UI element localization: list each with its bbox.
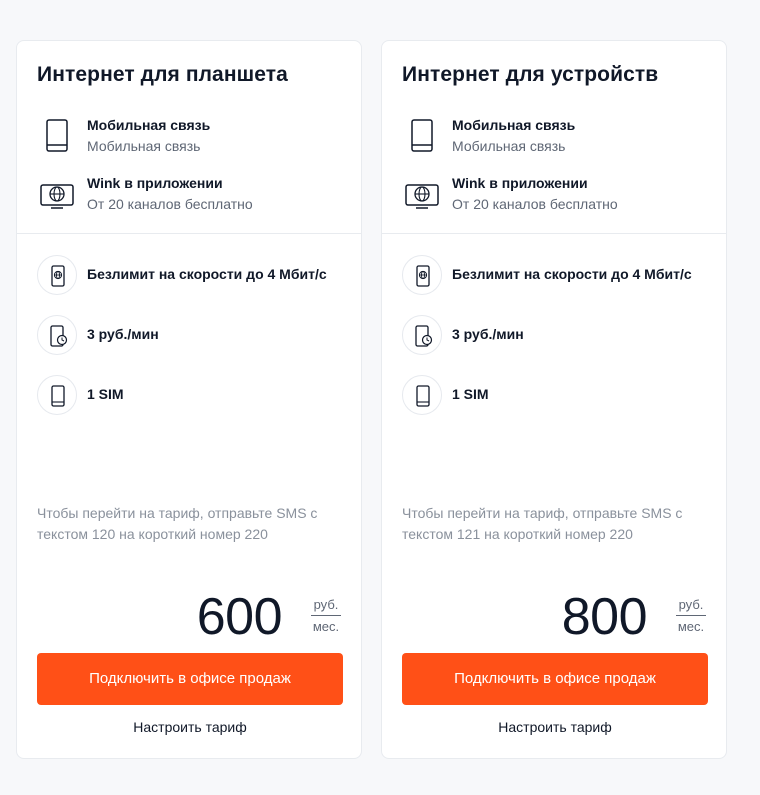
connect-button[interactable]: Подключить в офисе продаж <box>402 653 708 705</box>
option-label: 1 SIM <box>87 386 124 402</box>
sim-phone-icon <box>402 375 442 415</box>
feature-subtitle: Мобильная связь <box>452 138 566 154</box>
price-unit: руб. мес. <box>676 597 706 634</box>
tariff-title: Интернет для устройств <box>402 63 659 86</box>
feature-title: Мобильная связь <box>452 117 576 133</box>
option-label: 3 руб./мин <box>452 326 524 342</box>
price-unit-currency: руб. <box>311 597 341 616</box>
price-unit-currency: руб. <box>676 597 706 616</box>
tv-globe-icon <box>37 177 77 213</box>
feature-wink: Wink в приложении От 20 каналов бесплатн… <box>402 175 712 219</box>
configure-tariff-link[interactable]: Настроить тариф <box>37 719 343 735</box>
price-value: 600 <box>196 588 283 646</box>
divider <box>17 233 361 234</box>
feature-subtitle: От 20 каналов бесплатно <box>452 196 618 212</box>
feature-wink: Wink в приложении От 20 каналов бесплатн… <box>37 175 347 219</box>
feature-mobile: Мобильная связь Мобильная связь <box>402 117 712 161</box>
tariff-title: Интернет для планшета <box>37 63 288 86</box>
price-value: 800 <box>561 588 648 646</box>
divider <box>382 233 726 234</box>
option-label: 3 руб./мин <box>87 326 159 342</box>
option-minutes: 3 руб./мин <box>37 315 357 355</box>
option-internet: Безлимит на скорости до 4 Мбит/с <box>402 255 722 295</box>
price-unit-period: мес. <box>312 619 340 634</box>
price-unit: руб. мес. <box>311 597 341 634</box>
configure-tariff-link[interactable]: Настроить тариф <box>402 719 708 735</box>
option-label: Безлимит на скорости до 4 Мбит/с <box>452 266 692 282</box>
phone-clock-icon <box>37 315 77 355</box>
phone-clock-icon <box>402 315 442 355</box>
feature-mobile: Мобильная связь Мобильная связь <box>37 117 347 161</box>
feature-title: Wink в приложении <box>452 175 588 191</box>
tv-globe-icon <box>402 177 442 213</box>
connect-button[interactable]: Подключить в офисе продаж <box>37 653 343 705</box>
option-sim: 1 SIM <box>402 375 722 415</box>
tablet-icon <box>37 119 77 155</box>
phone-globe-icon <box>402 255 442 295</box>
feature-title: Wink в приложении <box>87 175 223 191</box>
tariff-card-devices: Интернет для устройств Мобильная связь М… <box>381 40 727 759</box>
option-label: 1 SIM <box>452 386 489 402</box>
feature-subtitle: От 20 каналов бесплатно <box>87 196 253 212</box>
option-sim: 1 SIM <box>37 375 357 415</box>
option-label: Безлимит на скорости до 4 Мбит/с <box>87 266 327 282</box>
sim-phone-icon <box>37 375 77 415</box>
option-internet: Безлимит на скорости до 4 Мбит/с <box>37 255 357 295</box>
feature-title: Мобильная связь <box>87 117 211 133</box>
tariff-card-tablet: Интернет для планшета Мобильная связь Мо… <box>16 40 362 759</box>
feature-subtitle: Мобильная связь <box>87 138 201 154</box>
tablet-icon <box>402 119 442 155</box>
price-unit-period: мес. <box>677 619 705 634</box>
sms-note: Чтобы перейти на тариф, отправьте SMS с … <box>402 505 683 542</box>
option-minutes: 3 руб./мин <box>402 315 722 355</box>
phone-globe-icon <box>37 255 77 295</box>
sms-note: Чтобы перейти на тариф, отправьте SMS с … <box>37 505 318 542</box>
